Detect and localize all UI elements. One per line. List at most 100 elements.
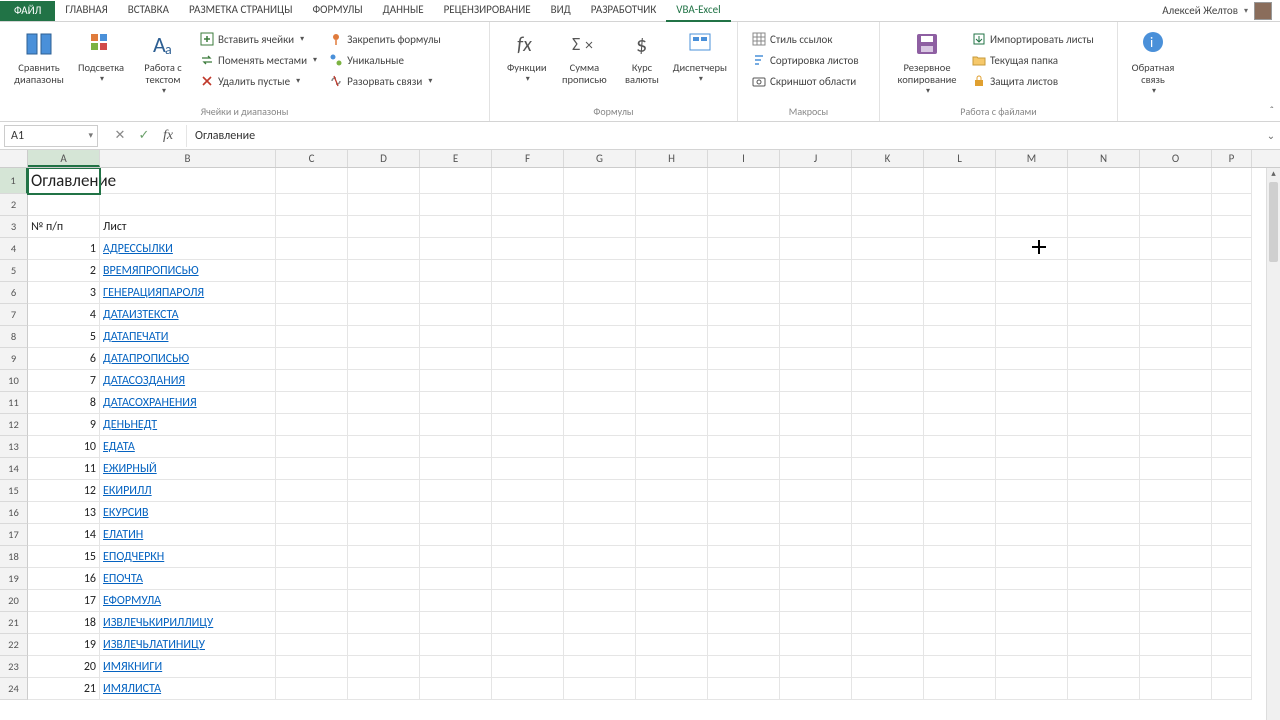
cell[interactable]: [780, 370, 852, 392]
cell[interactable]: [1068, 326, 1140, 348]
cell[interactable]: [276, 260, 348, 282]
cell[interactable]: [996, 590, 1068, 612]
cell[interactable]: [276, 678, 348, 700]
cell[interactable]: [636, 502, 708, 524]
cancel-formula-button[interactable]: ✕: [112, 128, 128, 144]
cell[interactable]: [708, 568, 780, 590]
cell[interactable]: [1068, 168, 1140, 194]
cell[interactable]: 7: [28, 370, 100, 392]
cell[interactable]: ЕПОДЧЕРКН: [100, 546, 276, 568]
cell[interactable]: [1212, 304, 1252, 326]
cell[interactable]: ЕПОЧТА: [100, 568, 276, 590]
cell[interactable]: [276, 282, 348, 304]
cell[interactable]: [780, 590, 852, 612]
cell[interactable]: [780, 168, 852, 194]
cell[interactable]: [636, 282, 708, 304]
swap-button[interactable]: Поменять местами▾: [196, 51, 321, 69]
cell[interactable]: [924, 612, 996, 634]
row-header[interactable]: 6: [0, 282, 28, 304]
row-header[interactable]: 15: [0, 480, 28, 502]
cell[interactable]: [852, 480, 924, 502]
cell[interactable]: 11: [28, 458, 100, 480]
cell[interactable]: [564, 392, 636, 414]
cell[interactable]: [276, 436, 348, 458]
cell[interactable]: [1140, 678, 1212, 700]
scroll-thumb[interactable]: [1269, 182, 1278, 262]
cell[interactable]: [708, 260, 780, 282]
cell[interactable]: [420, 282, 492, 304]
tab-вид[interactable]: ВИД: [541, 0, 581, 22]
cell[interactable]: [636, 568, 708, 590]
cell[interactable]: [708, 414, 780, 436]
dispatchers-button[interactable]: Диспетчеры▾: [673, 26, 727, 84]
cell[interactable]: [492, 590, 564, 612]
cell[interactable]: [1140, 238, 1212, 260]
cell[interactable]: [348, 436, 420, 458]
cell[interactable]: [1140, 392, 1212, 414]
cell[interactable]: [996, 524, 1068, 546]
row-header[interactable]: 4: [0, 238, 28, 260]
cell[interactable]: 17: [28, 590, 100, 612]
cell[interactable]: 15: [28, 546, 100, 568]
cell[interactable]: [636, 458, 708, 480]
cell[interactable]: [996, 216, 1068, 238]
cell[interactable]: [924, 238, 996, 260]
cell[interactable]: [852, 590, 924, 612]
cell[interactable]: ИЗВЛЕЧЬЛАТИНИЦУ: [100, 634, 276, 656]
cell[interactable]: 4: [28, 304, 100, 326]
row-header[interactable]: 1: [0, 168, 28, 194]
cell[interactable]: [492, 458, 564, 480]
cell[interactable]: [1140, 634, 1212, 656]
row-header[interactable]: 23: [0, 656, 28, 678]
cell[interactable]: [852, 326, 924, 348]
cell[interactable]: ДАТАИЗТЕКСТА: [100, 304, 276, 326]
cell[interactable]: 10: [28, 436, 100, 458]
row-header[interactable]: 10: [0, 370, 28, 392]
cell[interactable]: [924, 304, 996, 326]
cell[interactable]: [420, 656, 492, 678]
cell[interactable]: [636, 216, 708, 238]
cell[interactable]: [708, 590, 780, 612]
row-header[interactable]: 5: [0, 260, 28, 282]
cell[interactable]: [924, 216, 996, 238]
cell[interactable]: [276, 326, 348, 348]
cell[interactable]: [996, 436, 1068, 458]
cell[interactable]: [780, 392, 852, 414]
cell[interactable]: [708, 436, 780, 458]
cell[interactable]: [276, 304, 348, 326]
cell[interactable]: [852, 678, 924, 700]
current-folder-button[interactable]: Текущая папка: [968, 51, 1098, 69]
cell[interactable]: ГЕНЕРАЦИЯПАРОЛЯ: [100, 282, 276, 304]
cell[interactable]: [1140, 414, 1212, 436]
cell[interactable]: [996, 168, 1068, 194]
delete-empty-button[interactable]: Удалить пустые▾: [196, 72, 321, 90]
cell[interactable]: [852, 568, 924, 590]
cell[interactable]: [564, 502, 636, 524]
cell[interactable]: [924, 194, 996, 216]
cell[interactable]: [924, 546, 996, 568]
cell[interactable]: [636, 194, 708, 216]
cell[interactable]: ДАТАСОЗДАНИЯ: [100, 370, 276, 392]
cell[interactable]: [852, 168, 924, 194]
cell[interactable]: ИМЯЛИСТА: [100, 678, 276, 700]
highlight-button[interactable]: Подсветка ▾: [72, 26, 130, 84]
cell[interactable]: [1068, 546, 1140, 568]
cell[interactable]: [420, 370, 492, 392]
cell[interactable]: [1068, 656, 1140, 678]
column-header[interactable]: C: [276, 150, 348, 167]
cell[interactable]: [780, 348, 852, 370]
feedback-button[interactable]: i Обратная связь▾: [1128, 26, 1178, 96]
cell[interactable]: [492, 436, 564, 458]
cell[interactable]: [1068, 304, 1140, 326]
cell[interactable]: [636, 678, 708, 700]
row-header[interactable]: 13: [0, 436, 28, 458]
cell[interactable]: [1140, 260, 1212, 282]
cell[interactable]: [708, 678, 780, 700]
cell[interactable]: [348, 348, 420, 370]
cell[interactable]: [924, 656, 996, 678]
cell[interactable]: [1140, 436, 1212, 458]
cell[interactable]: [1212, 370, 1252, 392]
cell[interactable]: [564, 304, 636, 326]
cell[interactable]: 1: [28, 238, 100, 260]
column-header[interactable]: P: [1212, 150, 1252, 167]
